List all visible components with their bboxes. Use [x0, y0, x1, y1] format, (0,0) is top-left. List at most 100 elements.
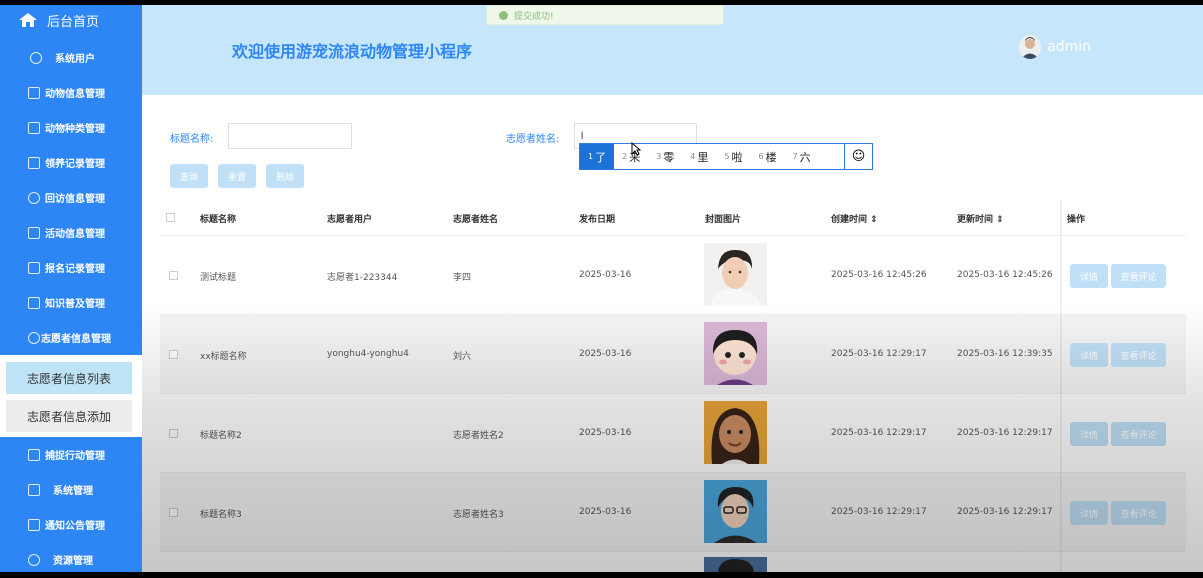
sidebar-item-label: 系统管理	[53, 486, 93, 497]
sidebar-item-adoption[interactable]: 领养记录管理	[0, 145, 142, 180]
column-header-date: 发布日期	[579, 215, 616, 225]
username: admin	[1047, 39, 1091, 55]
cell-date: 2025-03-16	[579, 428, 632, 438]
cell-created: 2025-03-16 12:29:17	[831, 507, 927, 517]
view-comments-button[interactable]: 查看评论	[1111, 422, 1166, 446]
cloud-icon	[30, 51, 42, 64]
sidebar-item-resource[interactable]: 资源管理	[0, 542, 142, 572]
close-box-icon	[28, 483, 40, 496]
column-header-user: 志愿者用户	[327, 215, 373, 225]
detail-button[interactable]: 详情	[1070, 343, 1108, 367]
cell-name: 刘六	[453, 352, 472, 362]
toast-text: 提交成功!	[514, 11, 554, 22]
sidebar-item-label: 活动信息管理	[45, 229, 105, 240]
cell-title: xx标题名称	[200, 352, 247, 362]
detail-button[interactable]: 详情	[1070, 422, 1108, 446]
row-checkbox[interactable]	[169, 350, 178, 359]
sidebar-item-label: 资源管理	[53, 556, 93, 567]
sidebar-subitem-volunteer-list[interactable]: 志愿者信息列表	[6, 362, 132, 394]
detail-button[interactable]: 详情	[1070, 501, 1108, 525]
sidebar-item-label: 捕捉行动管理	[45, 451, 105, 462]
reset-button[interactable]: 重置	[218, 164, 256, 188]
sidebar-item-label: 领养记录管理	[45, 159, 105, 170]
column-header-created[interactable]: 创建时间 ⇕	[831, 212, 878, 225]
view-comments-button[interactable]: 查看评论	[1111, 343, 1166, 367]
app-window: 后台首页 系统用户 动物信息管理 动物种类管理 领养记录管理 回访信息管理 活动…	[0, 5, 1203, 572]
chart-icon	[28, 121, 40, 134]
table-row: 标题名称3 志愿者姓名3 2025-03-16 2025-03-16 12:29…	[160, 473, 1186, 552]
sidebar-item-signup[interactable]: 报名记录管理	[0, 250, 142, 285]
column-header-name: 志愿者姓名	[453, 215, 499, 225]
sidebar-home[interactable]: 后台首页	[0, 5, 142, 35]
ime-candidate[interactable]: 1了	[580, 144, 615, 169]
sidebar-submenu: 志愿者信息列表 志愿者信息添加	[0, 355, 142, 437]
sidebar-item-label: 回访信息管理	[45, 194, 105, 205]
sidebar-item-label: 志愿者信息管理	[41, 334, 111, 345]
sidebar-item-label: 报名记录管理	[45, 264, 105, 275]
column-header-cover: 封面图片	[705, 215, 742, 225]
cell-user: 志愿者1-223344	[327, 273, 398, 283]
sidebar-item-knowledge[interactable]: 知识普及管理	[0, 285, 142, 320]
cell-date: 2025-03-16	[579, 270, 632, 280]
cloud-icon	[28, 331, 40, 344]
sidebar-item-capture[interactable]: 捕捉行动管理	[0, 437, 142, 472]
view-comments-button[interactable]: 查看评论	[1111, 501, 1166, 525]
avatar	[1019, 35, 1042, 59]
sidebar-item-revisit[interactable]: 回访信息管理	[0, 180, 142, 215]
ime-candidate[interactable]: 5啦	[716, 144, 750, 169]
cell-title: 测试标题	[200, 273, 237, 283]
cover-image	[704, 322, 767, 385]
column-header-updated[interactable]: 更新时间 ⇕	[957, 212, 1004, 225]
mouse-cursor-icon	[631, 142, 641, 156]
row-checkbox[interactable]	[169, 508, 178, 517]
ime-candidate[interactable]: 7六	[785, 144, 819, 169]
cell-date: 2025-03-16	[579, 507, 632, 517]
sidebar-item-system-users[interactable]: 系统用户	[0, 40, 142, 75]
delete-button[interactable]: 删除	[266, 164, 304, 188]
badge-icon	[28, 261, 40, 274]
view-comments-button[interactable]: 查看评论	[1111, 264, 1166, 288]
column-header-title: 标题名称	[200, 215, 237, 225]
sidebar-item-label: 通知公告管理	[45, 521, 105, 532]
fixed-column-divider	[1060, 200, 1062, 572]
column-header-actions: 操作	[1067, 215, 1086, 225]
sidebar-subitem-volunteer-add[interactable]: 志愿者信息添加	[6, 400, 132, 432]
cell-name: 志愿者姓名3	[453, 510, 504, 520]
table-row: xx标题名称 yonghu4-yonghu4 刘六 2025-03-16 202…	[160, 315, 1186, 394]
edit-icon	[28, 296, 40, 309]
table-row: 测试标题 志愿者1-223344 李四 2025-03-16 2025-03-1…	[160, 236, 1186, 315]
ime-candidate-bar: 1了 2来 3零 4里 5啦 6楼 7六 ☺	[579, 143, 873, 170]
ime-candidate[interactable]: 4里	[682, 144, 716, 169]
ime-candidate[interactable]: 6楼	[750, 144, 784, 169]
cloud-icon	[28, 553, 40, 566]
cell-created: 2025-03-16 12:29:17	[831, 428, 927, 438]
ime-candidate[interactable]: 3零	[648, 144, 682, 169]
sidebar-item-activity[interactable]: 活动信息管理	[0, 215, 142, 250]
row-checkbox[interactable]	[169, 271, 178, 280]
cell-created: 2025-03-16 12:45:26	[831, 270, 927, 280]
cell-updated: 2025-03-16 12:45:26	[957, 270, 1053, 280]
edit-icon	[28, 226, 40, 239]
sidebar-home-label: 后台首页	[47, 14, 100, 30]
row-checkbox[interactable]	[169, 429, 178, 438]
search-button[interactable]: 查询	[170, 164, 208, 188]
cell-date: 2025-03-16	[579, 349, 632, 359]
cover-image	[704, 401, 767, 464]
sidebar-item-label: 动物种类管理	[45, 124, 105, 135]
detail-button[interactable]: 详情	[1070, 264, 1108, 288]
chat-icon	[28, 191, 40, 204]
select-all-checkbox[interactable]	[166, 213, 175, 222]
sidebar-item-label: 动物信息管理	[45, 89, 105, 100]
sidebar-item-system[interactable]: 系统管理	[0, 472, 142, 507]
sidebar-item-animal-species[interactable]: 动物种类管理	[0, 110, 142, 145]
sidebar-item-volunteer[interactable]: 志愿者信息管理	[0, 320, 142, 355]
cell-created: 2025-03-16 12:29:17	[831, 349, 927, 359]
sidebar-item-notice[interactable]: 通知公告管理	[0, 507, 142, 542]
edit-icon	[28, 156, 40, 169]
edit-icon	[28, 86, 40, 99]
sidebar-item-animal-info[interactable]: 动物信息管理	[0, 75, 142, 110]
emoji-icon[interactable]: ☺	[844, 144, 872, 169]
cell-updated: 2025-03-16 12:29:17	[957, 507, 1053, 517]
user-menu[interactable]: admin	[1019, 35, 1091, 59]
title-filter-input[interactable]	[228, 123, 352, 149]
